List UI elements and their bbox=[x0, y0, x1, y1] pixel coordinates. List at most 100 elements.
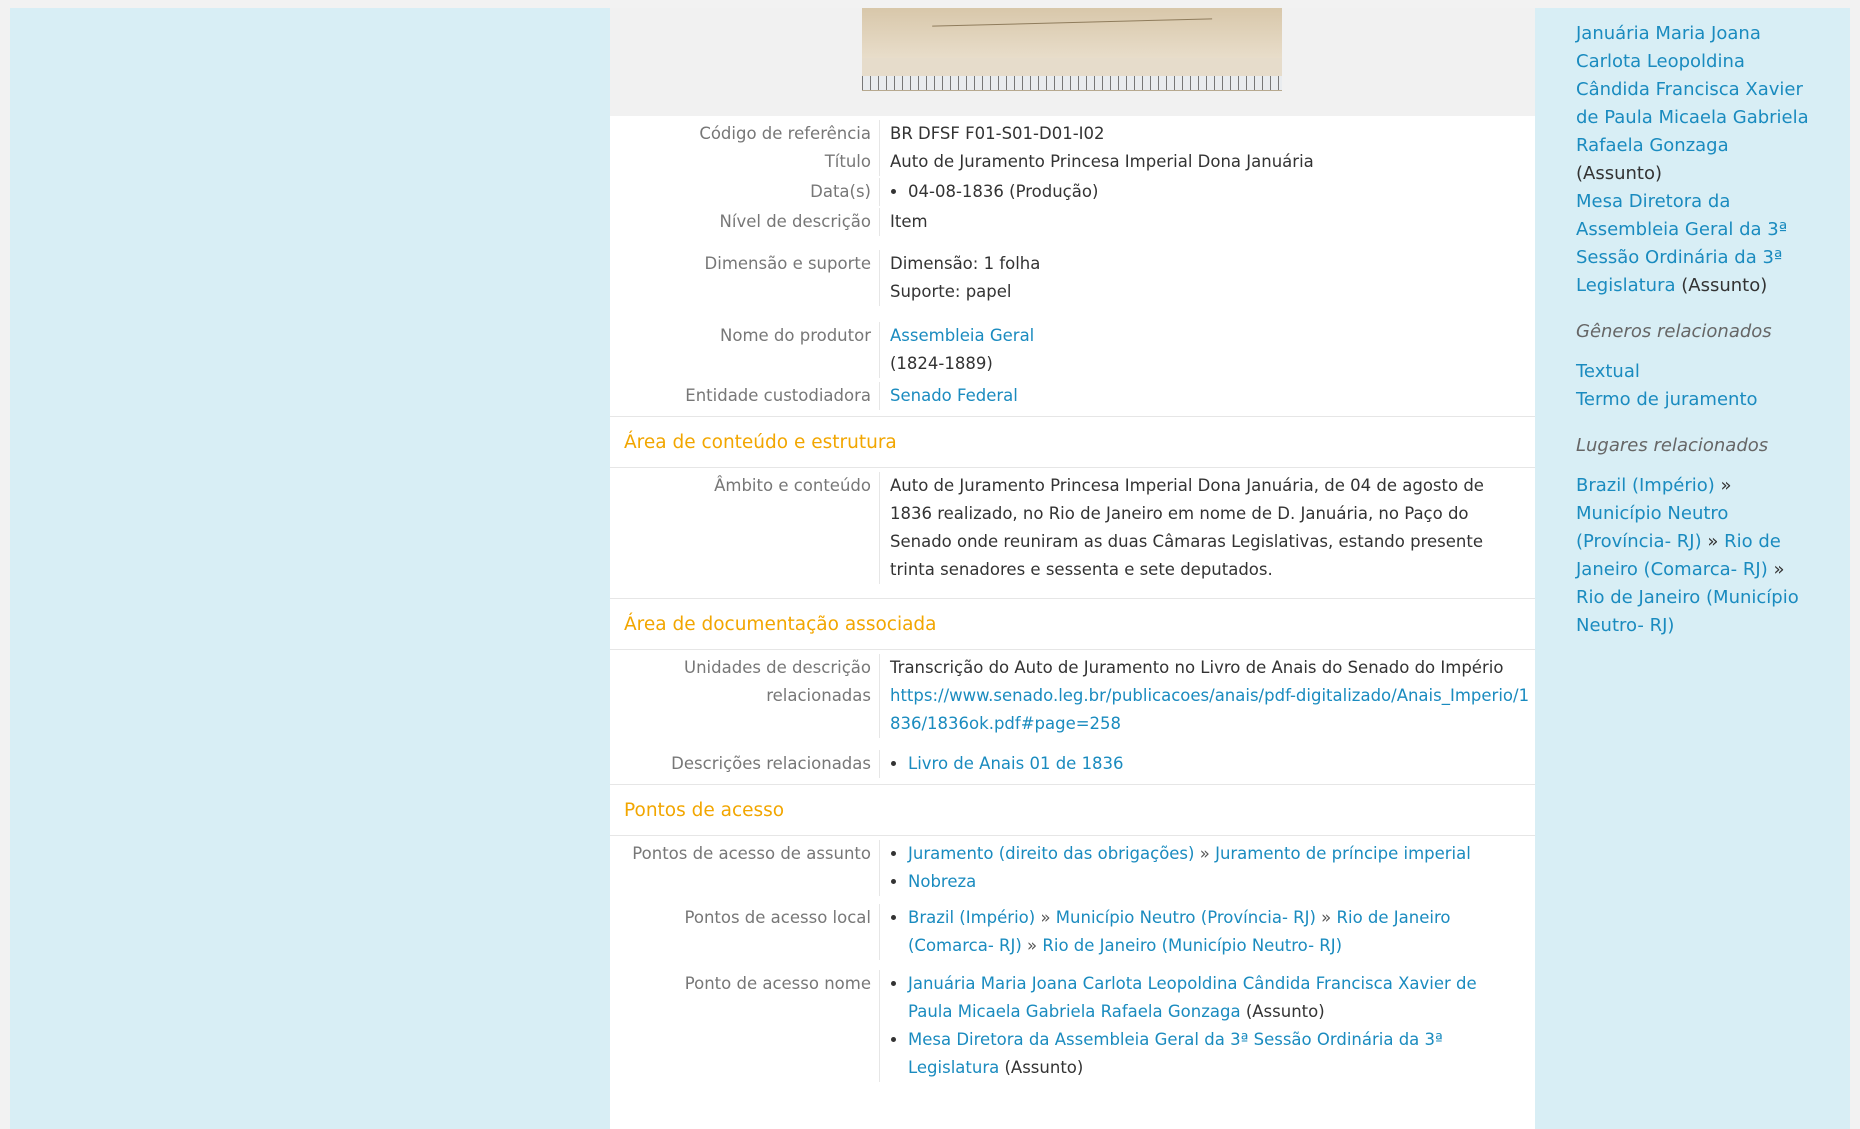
list-item: Januária Maria Joana Carlota Leopoldina … bbox=[908, 970, 1505, 1026]
field-label: Pontos de acesso de assunto bbox=[610, 840, 880, 896]
place-link[interactable]: Rio de Janeiro (Município Neutro- RJ) bbox=[1042, 936, 1342, 955]
field-value: BR DFSF F01-S01-D01-I02 bbox=[890, 124, 1105, 143]
section-title: Área de conteúdo e estrutura bbox=[624, 431, 897, 453]
field-value: 04-08-1836 (Produção) bbox=[880, 178, 1535, 206]
right-gutter bbox=[1850, 8, 1860, 1129]
list-item: Livro de Anais 01 de 1836 bbox=[908, 750, 1535, 778]
scale-ruler bbox=[862, 76, 1282, 90]
breadcrumb-separator: » bbox=[1315, 908, 1337, 927]
subject-link[interactable]: Nobreza bbox=[908, 872, 976, 891]
name-link[interactable]: Januária Maria Joana Carlota Leopoldina … bbox=[908, 974, 1477, 1021]
field-label: Unidades de descrição relacionadas bbox=[610, 654, 880, 738]
sidebar-genres-heading: Gêneros relacionados bbox=[1576, 321, 1772, 342]
breadcrumb-separator: » bbox=[1714, 475, 1732, 496]
subject-link[interactable]: Juramento de príncipe imperial bbox=[1215, 844, 1471, 863]
field-label: Âmbito e conteúdo bbox=[610, 472, 880, 584]
field-label: Pontos de acesso local bbox=[610, 904, 880, 960]
field-value: Senado Federal bbox=[880, 382, 1535, 410]
sidebar-names: Mesa Diretora da Assembleia Geral da 3ª … bbox=[1576, 188, 1816, 300]
genre-link[interactable]: Termo de juramento bbox=[1576, 389, 1758, 410]
field-place-access: Pontos de acesso local Brazil (Império) … bbox=[610, 904, 1535, 960]
custodian-link[interactable]: Senado Federal bbox=[890, 386, 1018, 405]
field-value: Item bbox=[890, 212, 928, 231]
sidebar-place-link[interactable]: Brazil (Império) bbox=[1576, 475, 1715, 496]
main-content: Código de referência BR DFSF F01-S01-D01… bbox=[610, 8, 1535, 1129]
name-link[interactable]: Mesa Diretora da Assembleia Geral da 3ª … bbox=[908, 1030, 1443, 1077]
field-ref-code: Código de referência BR DFSF F01-S01-D01… bbox=[610, 116, 1535, 148]
section-associated-documentation: Área de documentação associada bbox=[610, 598, 1535, 650]
field-label: Entidade custodiadora bbox=[610, 382, 880, 410]
field-producer: Nome do produtor Assembleia Geral (1824-… bbox=[610, 322, 1535, 378]
name-suffix: (Assunto) bbox=[1245, 1002, 1325, 1021]
field-label: Código de referência bbox=[610, 120, 880, 148]
field-value: Assembleia Geral (1824-1889) bbox=[880, 322, 1535, 378]
field-value: Dimensão: 1 folha Suporte: papel bbox=[880, 250, 1535, 306]
subject-link[interactable]: Juramento (direito das obrigações) bbox=[908, 844, 1194, 863]
sidebar-place-link[interactable]: Rio de Janeiro (Município Neutro- RJ) bbox=[1576, 587, 1799, 636]
field-value: Auto de Juramento Princesa Imperial Dona… bbox=[890, 152, 1314, 171]
sidebar-genres: Textual Termo de juramento bbox=[1576, 358, 1816, 414]
sidebar-places: Brazil (Império) » Município Neutro (Pro… bbox=[1576, 472, 1816, 640]
section-access-points: Pontos de acesso bbox=[610, 784, 1535, 836]
top-border bbox=[0, 0, 1860, 8]
breadcrumb-separator: » bbox=[1194, 844, 1216, 863]
field-level: Nível de descrição Item bbox=[610, 208, 1535, 236]
breadcrumb-separator: » bbox=[1701, 531, 1725, 552]
sidebar-suffix: (Assunto) bbox=[1576, 163, 1663, 184]
place-link[interactable]: Município Neutro (Província- RJ) bbox=[1056, 908, 1316, 927]
related-description-link[interactable]: Livro de Anais 01 de 1836 bbox=[908, 754, 1124, 773]
sidebar-names: Januária Maria Joana Carlota Leopoldina … bbox=[1576, 20, 1816, 188]
field-title: Título Auto de Juramento Princesa Imperi… bbox=[610, 148, 1535, 176]
producer-link[interactable]: Assembleia Geral bbox=[890, 326, 1034, 345]
field-dimension: Dimensão e suporte Dimensão: 1 folha Sup… bbox=[610, 250, 1535, 306]
name-suffix: (Assunto) bbox=[1004, 1058, 1084, 1077]
label-line: Unidades de descrição bbox=[684, 658, 871, 677]
related-units-text: Transcrição do Auto de Juramento no Livr… bbox=[890, 658, 1504, 677]
sidebar-suffix: (Assunto) bbox=[1681, 275, 1768, 296]
list-item: Nobreza bbox=[908, 868, 1535, 896]
document-image[interactable] bbox=[862, 8, 1282, 91]
page: Código de referência BR DFSF F01-S01-D01… bbox=[0, 0, 1860, 1129]
list-item: Brazil (Império) » Município Neutro (Pro… bbox=[908, 904, 1495, 960]
field-label: Data(s) bbox=[610, 178, 880, 206]
section-title: Pontos de acesso bbox=[624, 799, 785, 821]
field-value: Januária Maria Joana Carlota Leopoldina … bbox=[880, 970, 1535, 1082]
list-item: 04-08-1836 (Produção) bbox=[908, 178, 1535, 206]
left-gutter bbox=[0, 8, 10, 1129]
field-name-access: Ponto de acesso nome Januária Maria Joan… bbox=[610, 970, 1535, 1082]
field-label: Nome do produtor bbox=[610, 322, 880, 378]
digital-object-preview[interactable] bbox=[610, 8, 1535, 116]
sidebar-related: Januária Maria Joana Carlota Leopoldina … bbox=[1576, 20, 1816, 780]
field-value: Transcrição do Auto de Juramento no Livr… bbox=[880, 654, 1535, 738]
field-value: Juramento (direito das obrigações) » Jur… bbox=[880, 840, 1535, 896]
section-content-structure: Área de conteúdo e estrutura bbox=[610, 416, 1535, 468]
field-label: Ponto de acesso nome bbox=[610, 970, 880, 1082]
field-related-units: Unidades de descrição relacionadas Trans… bbox=[610, 650, 1535, 738]
field-dates: Data(s) 04-08-1836 (Produção) bbox=[610, 178, 1535, 206]
field-related-descriptions: Descrições relacionadas Livro de Anais 0… bbox=[610, 750, 1535, 778]
field-label: Dimensão e suporte bbox=[610, 250, 880, 306]
field-custodian: Entidade custodiadora Senado Federal bbox=[610, 382, 1535, 410]
support-line: Suporte: papel bbox=[890, 282, 1012, 301]
producer-years: (1824-1889) bbox=[890, 354, 993, 373]
label-line: relacionadas bbox=[766, 686, 871, 705]
breadcrumb-separator: » bbox=[1035, 908, 1056, 927]
field-value: Auto de Juramento Princesa Imperial Dona… bbox=[890, 476, 1484, 579]
list-item: Mesa Diretora da Assembleia Geral da 3ª … bbox=[908, 1026, 1505, 1082]
list-item: Juramento (direito das obrigações) » Jur… bbox=[908, 840, 1535, 868]
genre-link[interactable]: Textual bbox=[1576, 361, 1640, 382]
breadcrumb-separator: » bbox=[1767, 559, 1785, 580]
field-value: Livro de Anais 01 de 1836 bbox=[880, 750, 1535, 778]
field-subject-access: Pontos de acesso de assunto Juramento (d… bbox=[610, 836, 1535, 896]
anais-pdf-link[interactable]: https://www.senado.leg.br/publicacoes/an… bbox=[890, 686, 1529, 733]
breadcrumb-separator: » bbox=[1021, 936, 1043, 955]
section-title: Área de documentação associada bbox=[624, 613, 937, 635]
field-label: Nível de descrição bbox=[610, 208, 880, 236]
field-label: Título bbox=[610, 148, 880, 176]
field-label: Descrições relacionadas bbox=[610, 750, 880, 778]
field-value: Brazil (Império) » Município Neutro (Pro… bbox=[880, 904, 1535, 960]
sidebar-person-link[interactable]: Januária Maria Joana Carlota Leopoldina … bbox=[1576, 23, 1809, 156]
field-scope: Âmbito e conteúdo Auto de Juramento Prin… bbox=[610, 468, 1535, 598]
place-link[interactable]: Brazil (Império) bbox=[908, 908, 1035, 927]
dimension-line: Dimensão: 1 folha bbox=[890, 254, 1041, 273]
